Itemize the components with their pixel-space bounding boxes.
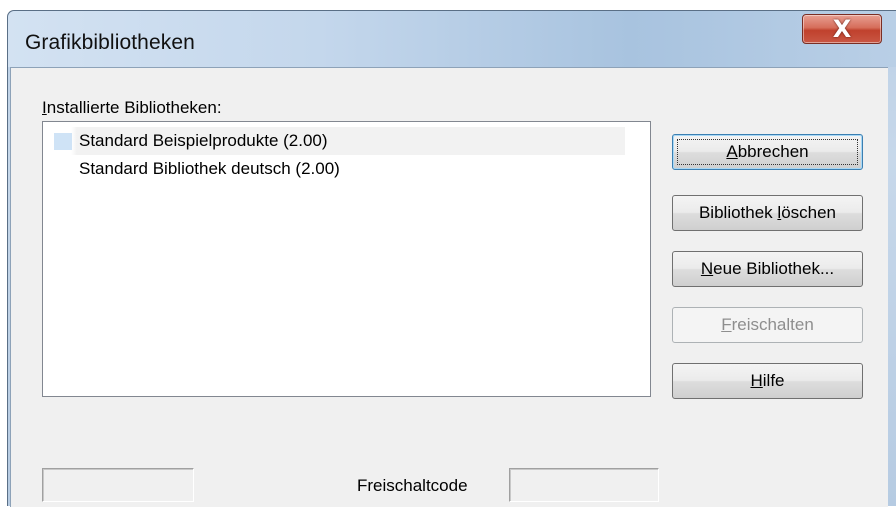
list-item-label: Standard Bibliothek deutsch (2.00) bbox=[79, 159, 340, 178]
unlock-code-label: Freischaltcode bbox=[357, 476, 468, 495]
list-item-label: Standard Beispielprodukte (2.00) bbox=[79, 131, 328, 150]
title-bar[interactable]: Grafikbibliotheken X bbox=[8, 11, 896, 67]
help-button-label: Hilfe bbox=[750, 371, 785, 390]
unlock-button: Freischalten bbox=[672, 307, 863, 343]
unlock-button-label: Freischalten bbox=[721, 315, 814, 334]
close-button[interactable]: X bbox=[802, 14, 882, 44]
delete-library-button[interactable]: Bibliothek löschen bbox=[672, 195, 863, 231]
installed-libraries-list[interactable]: Standard Beispielprodukte (2.00) Standar… bbox=[42, 121, 651, 397]
list-item[interactable]: Standard Beispielprodukte (2.00) bbox=[54, 127, 625, 155]
unlock-code-input[interactable] bbox=[509, 468, 659, 502]
focus-rectangle bbox=[677, 139, 858, 165]
help-button[interactable]: Hilfe bbox=[672, 363, 863, 399]
dialog-window: Grafikbibliotheken X Installierte Biblio… bbox=[7, 10, 896, 507]
delete-library-button-label: Bibliothek löschen bbox=[698, 203, 837, 222]
status-field bbox=[42, 468, 194, 502]
new-library-button-label: Neue Bibliothek... bbox=[700, 259, 835, 278]
selection-marker bbox=[54, 133, 72, 150]
dialog-client-area: Installierte Bibliotheken: Standard Beis… bbox=[10, 67, 888, 507]
installed-libraries-label: Installierte Bibliotheken: bbox=[42, 98, 222, 117]
window-title: Grafikbibliotheken bbox=[25, 31, 195, 54]
new-library-button[interactable]: Neue Bibliothek... bbox=[672, 251, 863, 287]
list-item[interactable]: Standard Bibliothek deutsch (2.00) bbox=[54, 155, 625, 183]
close-icon: X bbox=[832, 15, 852, 43]
cancel-button[interactable]: Abbrechen bbox=[672, 134, 863, 170]
